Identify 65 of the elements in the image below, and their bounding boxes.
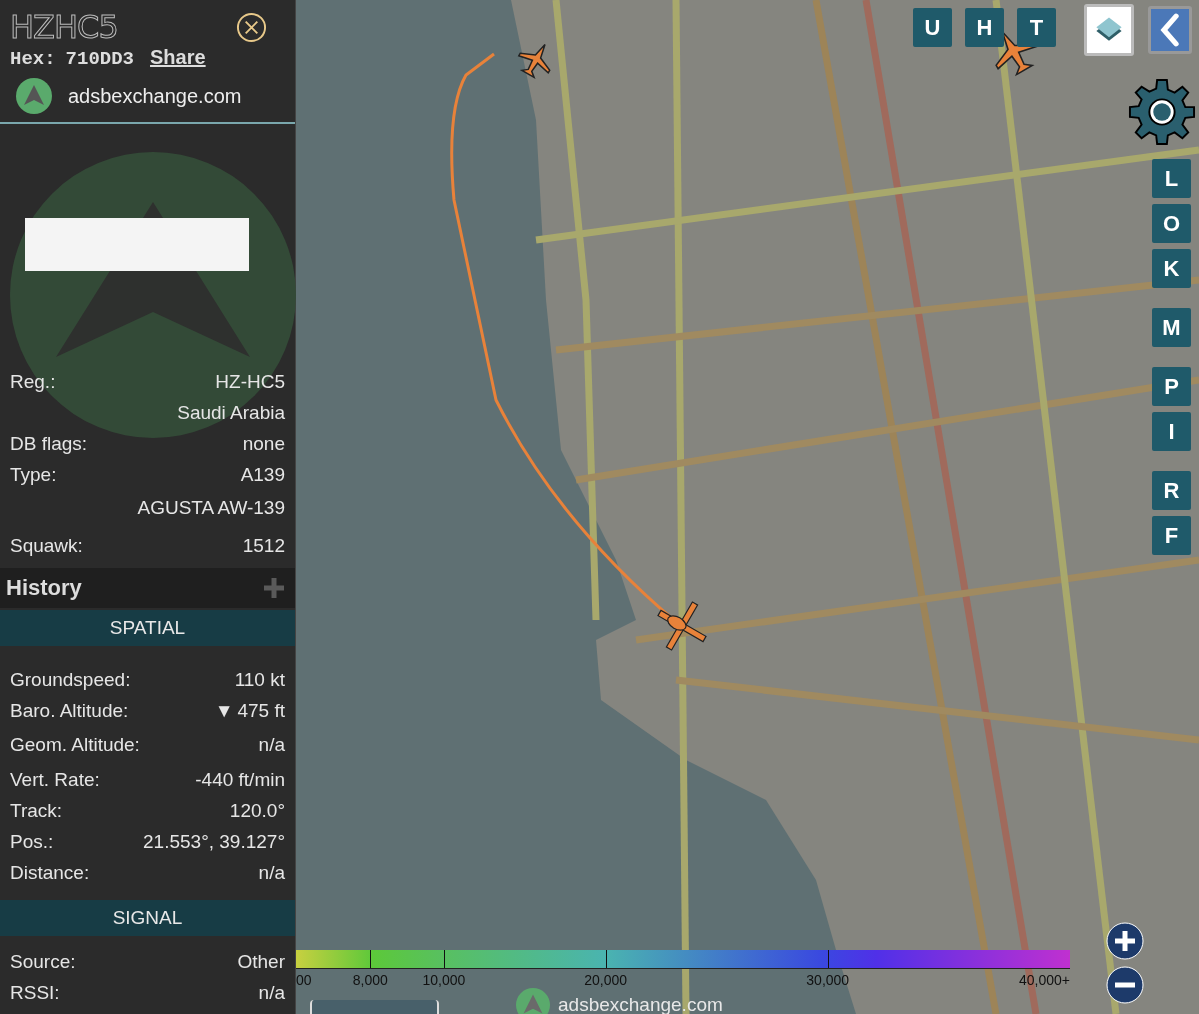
field-value: 1512 <box>242 534 285 557</box>
callsign-title: HZHC5 <box>10 8 118 46</box>
field-label: Source: <box>10 950 76 973</box>
section-header: SPATIAL <box>0 610 295 646</box>
settings-icon[interactable] <box>1128 78 1196 146</box>
close-icon[interactable] <box>236 11 267 43</box>
helicopter-icon[interactable] <box>657 601 707 651</box>
field-value: 110 kt <box>234 668 285 691</box>
zoom-out-button[interactable] <box>1106 966 1144 1004</box>
field-value: none <box>242 432 285 455</box>
field-label: Baro. Altitude: <box>10 699 129 722</box>
field-label: Type: <box>10 463 57 486</box>
field-label: Vert. Rate: <box>10 768 100 791</box>
field-value: Saudi Arabia <box>177 401 285 424</box>
logo-icon <box>16 78 52 114</box>
altitude-label: 8,000 <box>352 972 388 988</box>
field-value: 21.553°, 39.127° <box>143 830 285 853</box>
field-label: Groundspeed: <box>10 668 131 691</box>
altitude-label: 10,000 <box>422 972 466 988</box>
history-title: History <box>6 575 82 601</box>
field-value: n/a <box>258 734 285 756</box>
history-header[interactable]: History <box>0 568 295 608</box>
altitude-label: 30,000 <box>806 972 850 988</box>
field-label: Track: <box>10 799 63 822</box>
collapse-button[interactable] <box>1148 6 1192 54</box>
field-label: RSSI: <box>10 981 60 1004</box>
map-toggle-button[interactable]: P <box>1152 367 1191 406</box>
map-toggle-button[interactable]: H <box>965 8 1004 47</box>
field-value: AGUSTA AW-139 <box>137 497 285 519</box>
map-toggle-button[interactable]: L <box>1152 159 1191 198</box>
field-label: Distance: <box>10 861 90 884</box>
plus-icon[interactable] <box>263 577 285 599</box>
field-label: DB flags: <box>10 432 88 455</box>
descent-arrow: ▼ <box>214 699 234 722</box>
map-toggle-button[interactable]: I <box>1152 412 1191 451</box>
field-label: Reg.: <box>10 370 56 393</box>
map-toggle-button[interactable]: R <box>1152 471 1191 510</box>
field-value: -440 ft/min <box>195 768 285 791</box>
hex-code: 710DD3 <box>65 48 135 70</box>
field-value: Other <box>237 950 285 973</box>
field-label: Pos.: <box>10 830 54 853</box>
section-header: SIGNAL <box>0 900 295 936</box>
map-toggle-button[interactable]: U <box>913 8 952 47</box>
field-label: Squawk: <box>10 534 83 557</box>
altitude-label: 20,000 <box>584 972 627 988</box>
field-value: n/a <box>258 981 285 1004</box>
field-value: n/a <box>258 861 285 884</box>
altitude-label: 00 <box>296 972 312 988</box>
field-value: 120.0° <box>229 799 285 822</box>
airplane-icon[interactable] <box>517 43 551 80</box>
map-toggle-button[interactable]: M <box>1152 308 1191 347</box>
layers-button[interactable] <box>1084 4 1134 56</box>
field-value: A139 <box>240 463 285 486</box>
share-link[interactable]: Share <box>150 46 206 69</box>
map-toggle-button[interactable]: F <box>1152 516 1191 555</box>
site-name: adsbexchange.com <box>68 84 242 108</box>
map-toggle-button[interactable]: T <box>1017 8 1056 47</box>
zoom-in-button[interactable] <box>1106 922 1144 960</box>
field-label: Geom. Altitude: <box>10 734 140 756</box>
hex-label: Hex: <box>10 48 56 70</box>
field-value: HZ-HC5 <box>215 370 285 393</box>
map-toggle-button[interactable]: O <box>1152 204 1191 243</box>
altitude-label: 40,000+ <box>1019 972 1070 988</box>
field-value: 475 ft <box>237 699 285 722</box>
map-toggle-button[interactable]: K <box>1152 249 1191 288</box>
